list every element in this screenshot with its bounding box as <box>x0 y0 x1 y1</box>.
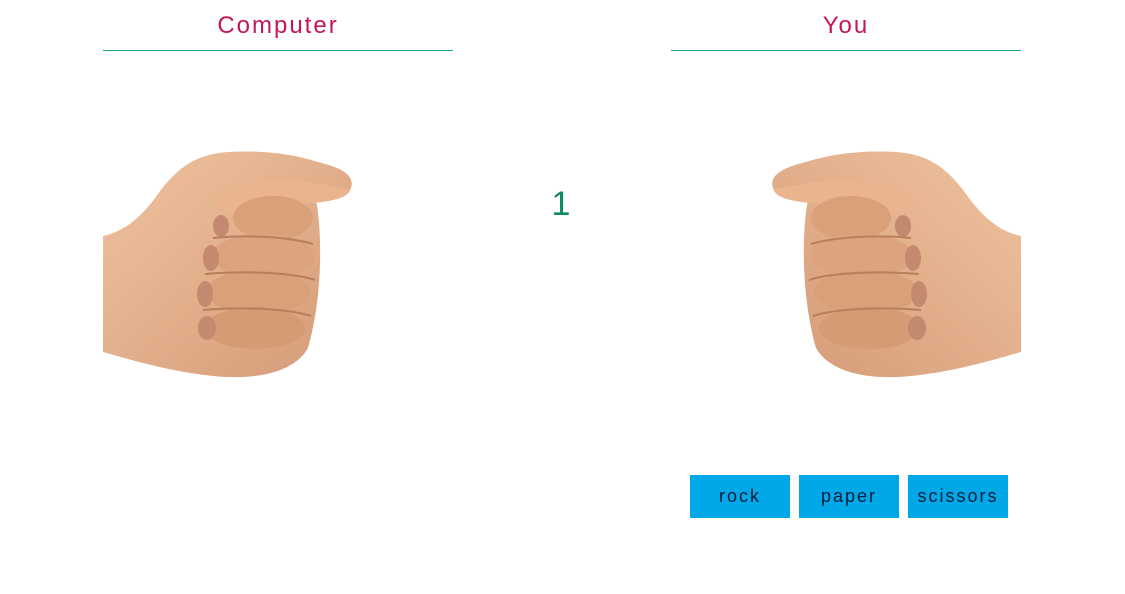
rock-button[interactable]: rock <box>690 475 790 518</box>
computer-title: Computer <box>103 0 453 51</box>
countdown-number: 1 <box>551 185 571 223</box>
player-panel: You <box>671 0 1021 378</box>
player-fist-icon <box>771 148 1021 380</box>
fist-icon <box>772 151 1021 378</box>
choice-buttons: rock paper scissors <box>690 475 1008 518</box>
computer-fist-icon <box>103 148 353 380</box>
scissors-button[interactable]: scissors <box>908 475 1008 518</box>
player-title: You <box>671 0 1021 51</box>
computer-panel: Computer <box>103 0 453 378</box>
fist-icon <box>103 151 352 378</box>
paper-button[interactable]: paper <box>799 475 899 518</box>
